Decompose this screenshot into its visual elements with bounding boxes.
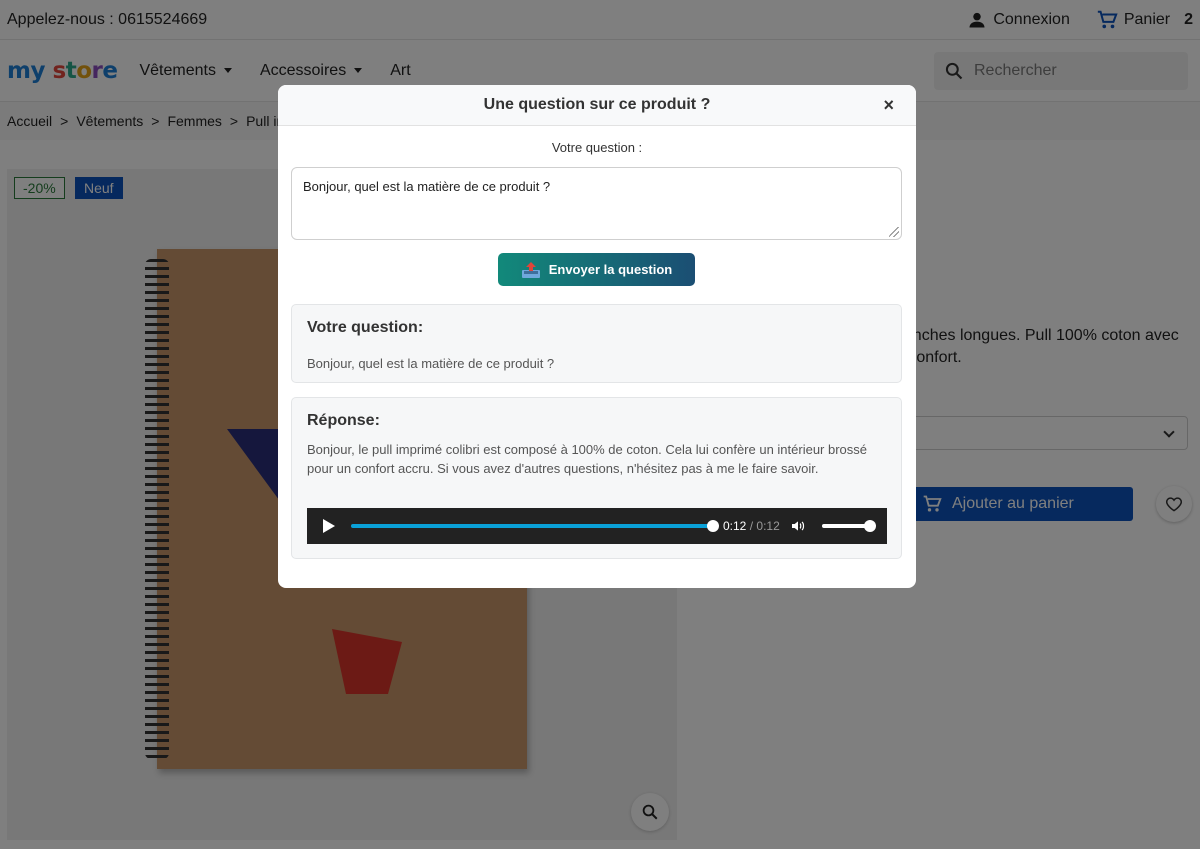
answer-card: Réponse: Bonjour, le pull imprimé colibr…	[291, 397, 902, 559]
question-card-title: Votre question:	[307, 319, 424, 336]
volume-slider[interactable]	[821, 520, 876, 532]
answer-card-text: Bonjour, le pull imprimé colibri est com…	[307, 442, 868, 476]
volume-handle[interactable]	[863, 520, 876, 532]
audio-progress-bar[interactable]	[351, 520, 719, 532]
question-textarea-value: Bonjour, quel est la matière de ce produ…	[303, 179, 551, 194]
question-card-text: Bonjour, quel est la matière de ce produ…	[307, 356, 555, 371]
answer-card-title: Réponse:	[307, 412, 380, 429]
question-modal: Une question sur ce produit ? × Votre qu…	[278, 85, 916, 588]
audio-progress-handle[interactable]	[707, 520, 719, 532]
send-question-label: Envoyer la question	[548, 262, 673, 277]
outbox-tray-icon	[521, 261, 540, 278]
volume-icon[interactable]	[790, 518, 806, 534]
close-icon[interactable]: ×	[883, 96, 894, 114]
modal-title: Une question sur ce produit ?	[483, 96, 711, 113]
question-textarea[interactable]: Bonjour, quel est la matière de ce produ…	[291, 167, 902, 240]
modal-header: Une question sur ce produit ? ×	[278, 85, 916, 126]
question-label: Votre question :	[551, 140, 643, 155]
send-question-button[interactable]: Envoyer la question	[498, 253, 695, 286]
audio-time: 0:12 / 0:12	[723, 519, 780, 533]
audio-player: 0:12 / 0:12	[307, 508, 887, 544]
audio-time-separator: /	[749, 519, 754, 533]
resize-handle-icon[interactable]	[889, 227, 899, 237]
audio-duration: 0:12	[756, 519, 780, 533]
question-card: Votre question: Bonjour, quel est la mat…	[291, 304, 902, 383]
play-icon[interactable]	[323, 519, 335, 533]
audio-current-time: 0:12	[723, 519, 747, 533]
